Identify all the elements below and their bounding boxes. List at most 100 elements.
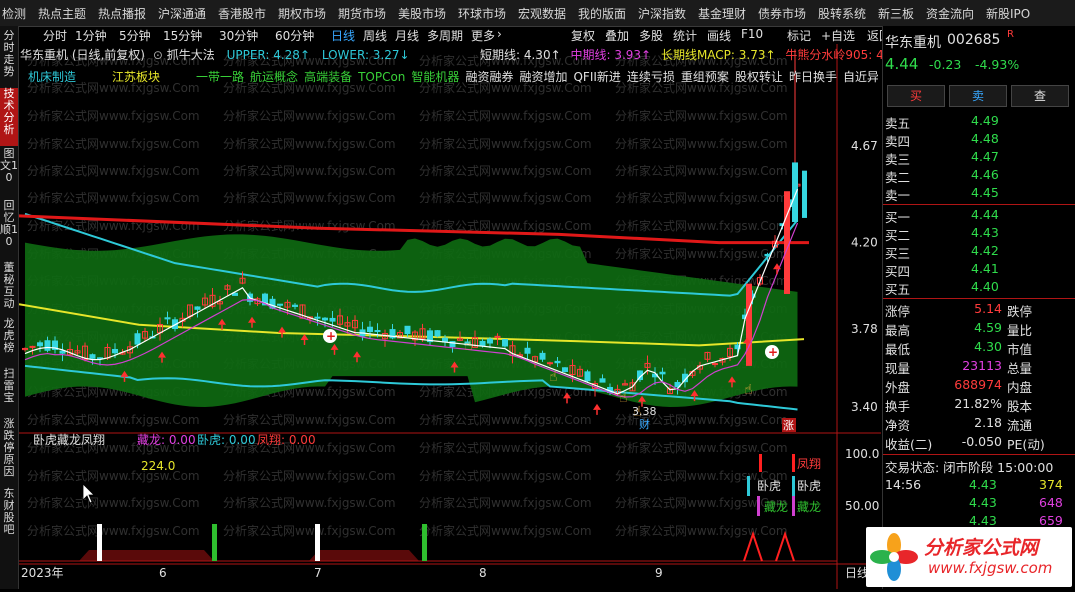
sidebar-tab[interactable]: 回忆顺10 [0,200,18,260]
concept-tag[interactable]: 重组预案 [681,70,729,84]
ask-label: 卖一 [885,188,911,203]
toolbar-button[interactable]: 标记 [787,27,811,44]
concept-tag[interactable]: 昨日换手 [789,70,837,84]
concept-tag[interactable]: 一带一路 [196,70,244,84]
bid-price[interactable]: 4.41 [971,261,999,276]
date-axis-label: 6 [159,566,167,580]
period-tab[interactable]: 60分钟 [275,27,314,44]
hand-pointer-icon: ☝ [464,338,473,354]
tick-time: 14:56 [885,477,922,492]
period-tab[interactable]: 分时 [43,27,67,44]
toolbar-button[interactable]: +自选 [821,27,855,44]
toolbar-button[interactable]: 多股 [639,27,663,44]
toolbar-button[interactable]: 统计 [673,27,697,44]
top-menu-item[interactable]: 检测 [2,5,26,22]
stat-value: 4.30 [974,339,1002,354]
concept-tag[interactable]: 高端装备 [304,70,352,84]
concept-tag[interactable]: 融资融券 [465,70,513,84]
bid-price[interactable]: 4.42 [971,243,999,258]
concept-tag[interactable]: 江苏板块 [112,70,160,84]
sidebar-tab[interactable]: 扫雷宝 [0,368,18,416]
bid-price[interactable]: 4.44 [971,207,999,222]
top-menu-item[interactable]: 期权市场 [278,5,326,22]
concept-tag[interactable]: 自近异动 [843,70,878,84]
bid-label: 买二 [885,228,911,243]
ask-price[interactable]: 4.47 [971,149,999,164]
top-menu-item[interactable]: 我的版面 [578,5,626,22]
lower-panel-number: 224.0 [141,459,175,473]
bid-price[interactable]: 4.43 [971,225,999,240]
period-tab[interactable]: 多周期 [427,27,463,44]
candle-body [164,317,171,320]
concept-tag[interactable]: TOPCon [358,70,405,84]
tick-volume: 374 [1039,477,1063,492]
signal-bar [212,524,217,561]
toolbar-button[interactable]: 画线 [707,27,731,44]
indicator-dropdown-icon[interactable]: ⊙ [153,48,163,62]
ask-price[interactable]: 4.46 [971,167,999,182]
buy-button[interactable]: 买 [887,85,945,107]
ask-price[interactable]: 4.45 [971,185,999,200]
concept-tag[interactable]: 机床制造 [28,70,76,84]
top-menu-item[interactable]: 沪深指数 [638,5,686,22]
sidebar-tab[interactable]: 技术分析 [0,88,18,146]
last-candle [792,162,798,223]
stat-value: 23113 [962,358,1002,373]
top-menu-item[interactable]: 基金理财 [698,5,746,22]
toolbar-button[interactable]: F10 [741,27,763,41]
period-tab[interactable]: 日线 [331,27,355,44]
signal-spike [743,530,763,562]
top-menu-item[interactable]: 期货市场 [338,5,386,22]
watermark-text: 分析家公式网www.fxjgsw.Com [615,218,788,233]
concept-tag[interactable]: 股权转让 [735,70,783,84]
sidebar-tab[interactable]: 龙虎榜 [0,318,18,366]
period-tab[interactable]: 周线 [363,27,387,44]
top-menu-item[interactable]: 沪深通通 [158,5,206,22]
period-tab[interactable]: 更多 [471,27,495,44]
concept-tag[interactable]: QFII新进 [573,70,620,84]
sidebar-tab[interactable]: 东财股吧 [0,488,18,548]
sidebar-tab[interactable]: 分时走势 [0,30,18,86]
sidebar-tab[interactable]: 涨跌停原因 [0,418,18,486]
toolbar-button[interactable]: 叠加 [605,27,629,44]
candle-body [547,362,553,365]
candle-body [524,347,531,354]
top-menu-item[interactable]: 环球市场 [458,5,506,22]
top-menu-item[interactable]: 美股市场 [398,5,446,22]
ask-price[interactable]: 4.48 [971,131,999,146]
watermark-text: 分析家公式网www.fxjgsw.Com [223,108,396,123]
period-toolbar: 分时 1分钟 5分钟 15分钟 30分钟 60分钟 日线 周线 月线 多周期 更多 › 复权 叠加 多股 统计… [19,26,891,44]
top-menu-item[interactable]: 香港股市 [218,5,266,22]
period-tab[interactable]: 月线 [395,27,419,44]
concept-tag[interactable]: 连续亏损 [627,70,675,84]
top-menu-item[interactable]: 新三板 [878,5,914,22]
concept-tag[interactable]: 航运概念 [250,70,298,84]
toolbar-button[interactable]: 复权 [571,27,595,44]
kline-chart[interactable]: 分析家公式网www.fxjgsw.Com 分析家公式网www.fxjgsw.Com… [18,44,881,589]
bid-price[interactable]: 4.40 [971,279,999,294]
bid-label: 买一 [885,210,911,225]
period-tab[interactable]: 30分钟 [219,27,258,44]
period-tab[interactable]: 15分钟 [163,27,202,44]
sell-button[interactable]: 卖 [949,85,1007,107]
more-chevron-icon[interactable]: › [497,27,502,41]
watermark-text: 分析家公式网www.fxjgsw.Com [223,468,396,483]
top-menu-item[interactable]: 热点播报 [98,5,146,22]
query-button[interactable]: 查 [1011,85,1069,107]
concept-tag[interactable]: 融资增加 [519,70,567,84]
watermark-text: 分析家公式网www.fxjgsw.Com [223,523,396,538]
sidebar-tab[interactable]: 图文10 [0,148,18,198]
indicator-name[interactable]: 抓牛大法 [167,48,215,62]
stat-value: 688974 [954,377,1002,392]
top-menu-item[interactable]: 股转系统 [818,5,866,22]
ask-price[interactable]: 4.49 [971,113,999,128]
sidebar-tab[interactable]: 董秘互动 [0,262,18,316]
period-tab[interactable]: 1分钟 [75,27,107,44]
top-menu-item[interactable]: 宏观数据 [518,5,566,22]
top-menu-item[interactable]: 新股IPO [986,5,1030,22]
top-menu-item[interactable]: 债券市场 [758,5,806,22]
period-tab[interactable]: 5分钟 [119,27,151,44]
top-menu-item[interactable]: 资金流向 [926,5,974,22]
top-menu-item[interactable]: 热点主题 [38,5,86,22]
concept-tag[interactable]: 智能机器 [411,70,459,84]
